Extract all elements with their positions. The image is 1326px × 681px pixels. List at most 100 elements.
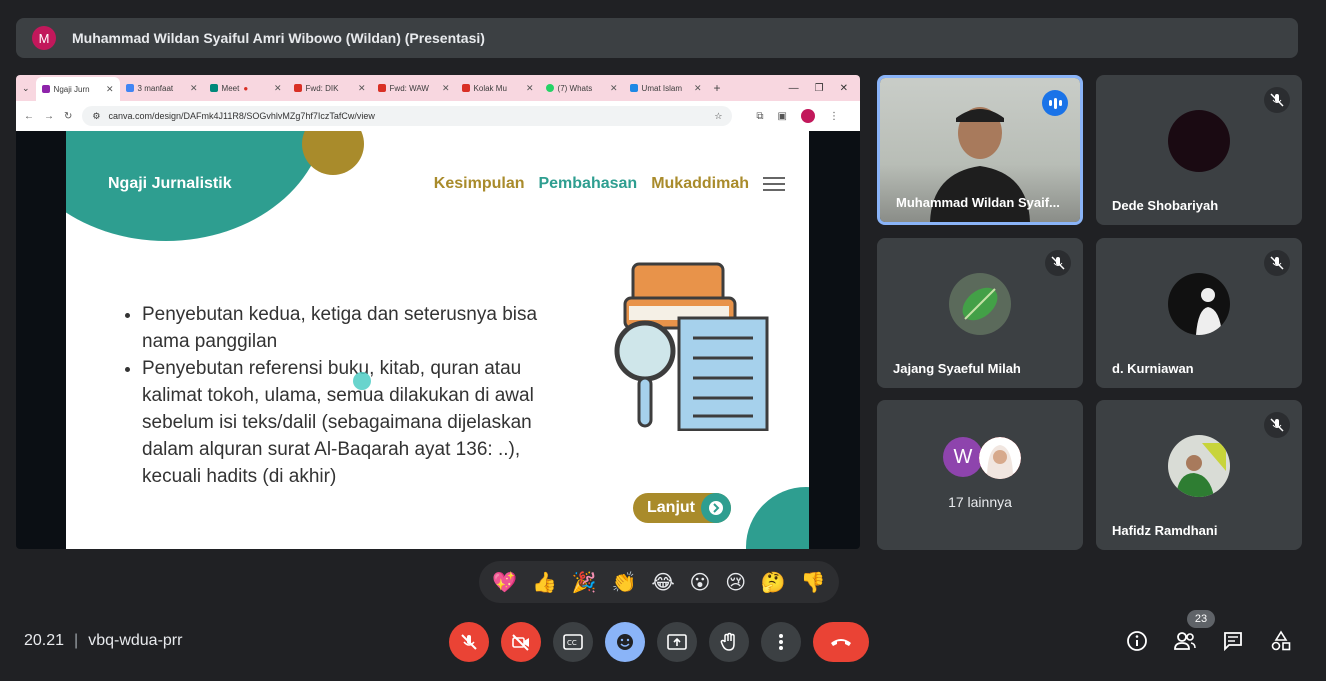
window-close-icon[interactable]: ✕: [840, 83, 848, 94]
people-button[interactable]: [1172, 628, 1198, 654]
browser-tab-strip: ⌄ Ngaji Jurn ✕ 3 manfaat ✕ Meet ● ✕ Fwd:…: [16, 75, 860, 101]
lanjut-label: Lanjut: [647, 499, 695, 516]
participant-name: Hafidz Ramdhani: [1112, 523, 1218, 538]
tab-close-icon[interactable]: ✕: [274, 83, 282, 94]
mic-toggle-button[interactable]: [449, 622, 489, 662]
avatar: [949, 273, 1011, 335]
reaction-party[interactable]: 🎉: [572, 570, 597, 595]
extensions-icon[interactable]: ⧉: [756, 111, 763, 122]
minimize-icon[interactable]: —: [789, 83, 799, 94]
bookmark-star-icon[interactable]: ☆: [714, 111, 722, 122]
presentation-slide: Ngaji Jurnalistik Kesimpulan Pembahasan …: [66, 131, 809, 549]
tab-menu-icon[interactable]: ⌄: [22, 83, 30, 94]
browser-tab-2[interactable]: Meet ● ✕: [204, 78, 288, 98]
mic-off-icon: [1264, 87, 1290, 113]
back-icon[interactable]: ←: [24, 111, 34, 122]
nav-pembahasan[interactable]: Pembahasan: [538, 175, 637, 193]
site-info-icon[interactable]: ⚙: [92, 111, 100, 122]
mic-off-icon: [1264, 412, 1290, 438]
participant-name: d. Kurniawan: [1112, 361, 1194, 376]
gmail-icon: [377, 84, 386, 92]
address-bar[interactable]: ⚙ canva.com/design/DAFmk4J11R8/SOGvhlvMZ…: [82, 106, 733, 126]
browser-tab-1[interactable]: 3 manfaat ✕: [120, 78, 204, 98]
browser-tab-5[interactable]: Kolak Mu ✕: [456, 78, 540, 98]
participant-tile[interactable]: Dede Shobariyah: [1096, 75, 1302, 225]
sidepanel-icon[interactable]: ▣: [778, 111, 787, 122]
tab-favicon-icon: [629, 84, 638, 92]
participant-name: Jajang Syaeful Milah: [893, 361, 1021, 376]
browser-tab-0[interactable]: Ngaji Jurn ✕: [35, 77, 120, 101]
tab-close-icon[interactable]: ✕: [442, 83, 450, 94]
participant-tile-speaker[interactable]: Muhammad Wildan Syaif...: [877, 75, 1083, 225]
new-tab-icon[interactable]: +: [714, 81, 721, 95]
emoji-icon: [617, 634, 633, 650]
profile-picture: [979, 437, 1021, 479]
reaction-clap[interactable]: 👏: [612, 570, 637, 595]
gmail-icon: [293, 84, 302, 92]
participant-tile[interactable]: Hafidz Ramdhani: [1096, 400, 1302, 550]
camera-toggle-button[interactable]: [501, 622, 541, 662]
mic-off-icon: [1264, 250, 1290, 276]
tab-label: Umat Islam: [641, 83, 682, 93]
tab-close-icon[interactable]: ✕: [358, 83, 366, 94]
present-button[interactable]: [657, 622, 697, 662]
raise-hand-icon: [720, 632, 735, 651]
end-call-button[interactable]: [813, 622, 869, 662]
emoji-button[interactable]: [605, 622, 645, 662]
speaking-indicator-icon: [1042, 90, 1068, 116]
lanjut-button[interactable]: Lanjut: [633, 493, 731, 523]
participant-tile[interactable]: Jajang Syaeful Milah: [877, 238, 1083, 388]
participant-tile[interactable]: d. Kurniawan: [1096, 238, 1302, 388]
tab-label: Meet: [221, 83, 240, 93]
tab-label: Kolak Mu: [473, 83, 507, 93]
participant-tile-others[interactable]: W 17 lainnya: [877, 400, 1083, 550]
tab-favicon-icon: [209, 84, 218, 92]
browser-menu-icon[interactable]: ⋮: [829, 111, 839, 122]
reload-icon[interactable]: ↻: [64, 111, 72, 122]
hamburger-menu-icon[interactable]: [763, 177, 785, 191]
tab-close-icon[interactable]: ✕: [526, 83, 534, 94]
participant-name: Dede Shobariyah: [1112, 198, 1219, 213]
reaction-laugh[interactable]: 😂: [651, 570, 674, 595]
browser-tab-3[interactable]: Fwd: DIK ✕: [288, 78, 372, 98]
nav-mukaddimah[interactable]: Mukaddimah: [651, 175, 749, 193]
captions-button[interactable]: CC: [553, 622, 593, 662]
whatsapp-icon: [545, 84, 554, 92]
reaction-thumbs-down[interactable]: 👎: [801, 570, 826, 595]
meeting-info-button[interactable]: [1124, 628, 1150, 654]
browser-tab-6[interactable]: (7) Whats ✕: [540, 78, 624, 98]
pointer-cursor-icon: [353, 372, 371, 390]
tab-close-icon[interactable]: ✕: [694, 83, 702, 94]
raise-hand-button[interactable]: [709, 622, 749, 662]
shared-screen[interactable]: ⌄ Ngaji Jurn ✕ 3 manfaat ✕ Meet ● ✕ Fwd:…: [16, 75, 860, 549]
reaction-thumbs-up[interactable]: 👍: [532, 570, 557, 595]
restore-icon[interactable]: ❐: [815, 83, 824, 94]
profile-avatar-icon[interactable]: [800, 109, 815, 123]
browser-tab-7[interactable]: Umat Islam ✕: [624, 78, 708, 98]
avatar: W: [943, 437, 983, 477]
tab-close-icon[interactable]: ✕: [190, 83, 198, 94]
call-controls: CC: [449, 622, 869, 662]
reaction-sad[interactable]: 😢: [725, 570, 746, 595]
slide-bullet: Penyebutan kedua, ketiga dan seterusnya …: [142, 301, 572, 355]
tab-close-icon[interactable]: ✕: [106, 84, 114, 95]
browser-tab-4[interactable]: Fwd: WAW ✕: [372, 78, 456, 98]
reaction-heart[interactable]: 💖: [492, 570, 517, 595]
forward-icon[interactable]: →: [44, 111, 54, 122]
separator: |: [74, 632, 79, 649]
nav-kesimpulan[interactable]: Kesimpulan: [434, 175, 525, 193]
chat-icon: [1224, 632, 1242, 652]
tab-label: (7) Whats: [557, 83, 593, 93]
reaction-thinking[interactable]: 🤔: [761, 570, 786, 595]
chat-button[interactable]: [1220, 628, 1246, 654]
slide-nav: Kesimpulan Pembahasan Mukaddimah: [434, 175, 785, 193]
meeting-code: vbq-wdua-prr: [88, 632, 183, 649]
reaction-surprised[interactable]: 😮: [690, 570, 711, 595]
avatar: [979, 437, 1021, 479]
end-call-icon: [831, 639, 851, 646]
tab-label: 3 manfaat: [137, 83, 174, 93]
profile-picture: [1176, 443, 1226, 497]
activities-button[interactable]: [1268, 628, 1294, 654]
more-options-button[interactable]: [761, 622, 801, 662]
tab-close-icon[interactable]: ✕: [610, 83, 618, 94]
